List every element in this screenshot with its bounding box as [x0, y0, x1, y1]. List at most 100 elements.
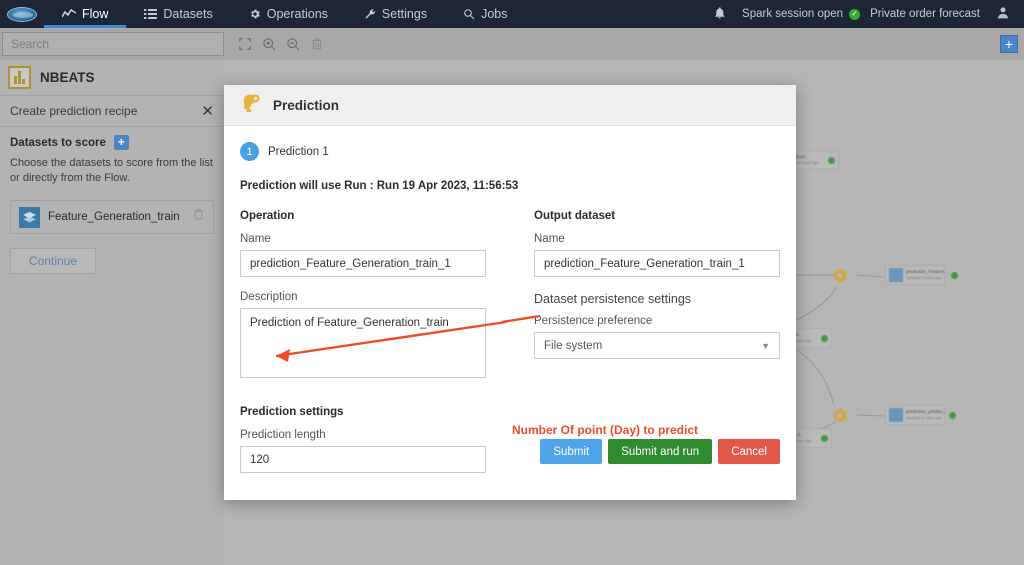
jobs-icon — [463, 8, 475, 20]
panel-body: Datasets to score + Choose the datasets … — [0, 127, 224, 282]
persistence-selected-value: File system — [544, 340, 602, 352]
flow-dataset-node[interactable]: prediction_predict... Updated an hour ag… — [885, 405, 945, 425]
step-number-badge: 1 — [240, 142, 259, 161]
datasets-to-score-section: Datasets to score + — [10, 135, 214, 150]
output-name-label: Name — [534, 233, 780, 245]
flow-node-subtitle: Updated 5 hours ago — [906, 275, 948, 282]
section-description: Choose the datasets to score from the li… — [10, 156, 214, 186]
dataiku-logo[interactable] — [0, 0, 44, 28]
add-item-button[interactable]: + — [1000, 35, 1018, 53]
operation-description-label: Description — [240, 291, 486, 303]
persistence-preference-label: Persistence preference — [534, 315, 780, 327]
cancel-button[interactable]: Cancel — [718, 439, 780, 464]
trash-icon[interactable] — [192, 208, 205, 226]
submit-and-run-button[interactable]: Submit and run — [608, 439, 712, 464]
project-chart-icon — [8, 66, 31, 89]
flow-node-status-icon — [828, 157, 835, 164]
flow-recipe-node[interactable] — [830, 266, 849, 285]
dataset-list-item[interactable]: Feature_Generation_train — [10, 200, 214, 234]
operation-name-input[interactable] — [240, 250, 486, 277]
prediction-length-input[interactable] — [240, 446, 486, 473]
fit-screen-icon[interactable] — [234, 33, 256, 55]
flow-dataset-node[interactable]: prediction_Feature... Updated 5 hours ag… — [885, 265, 945, 285]
persistence-preference-select[interactable]: File system ▼ — [534, 332, 780, 359]
output-name-input[interactable] — [534, 250, 780, 277]
flow-recipe-node[interactable] — [830, 406, 849, 425]
output-dataset-column: Output dataset Name Dataset persistence … — [534, 210, 780, 383]
flow-node-status-icon — [821, 335, 828, 342]
prediction-modal: Prediction 1 Prediction 1 Prediction wil… — [224, 85, 796, 500]
nav-item-flow[interactable]: Flow — [44, 0, 126, 28]
zoom-out-icon[interactable] — [282, 33, 304, 55]
project-header: NBEATS — [0, 60, 224, 96]
dataset-icon — [19, 207, 40, 228]
flow-node-status-icon — [949, 412, 956, 419]
dataset-icon — [889, 268, 903, 282]
toolbar-icon-group — [234, 33, 328, 55]
modal-footer-buttons: Submit Submit and run Cancel — [540, 439, 780, 464]
form-columns: Operation Name Description Prediction of… — [240, 210, 780, 383]
nav-item-datasets[interactable]: Datasets — [126, 0, 230, 28]
dataiku-logo-icon — [7, 7, 37, 22]
nav-item-settings[interactable]: Settings — [346, 0, 445, 28]
project-name-label[interactable]: Private order forecast — [870, 8, 980, 20]
nav-label-datasets: Datasets — [163, 7, 212, 21]
operation-name-label: Name — [240, 233, 486, 245]
step-label: Prediction 1 — [268, 146, 329, 158]
run-info-text: Prediction will use Run : Run 19 Apr 202… — [240, 180, 780, 192]
operation-group-title: Operation — [240, 210, 486, 222]
project-title: NBEATS — [40, 70, 95, 85]
operation-column: Operation Name Description Prediction of… — [240, 210, 486, 383]
nav-label-jobs: Jobs — [481, 7, 507, 21]
flow-node-title: prediction_predict... — [906, 408, 946, 415]
zoom-in-icon[interactable] — [258, 33, 280, 55]
recipe-header-label: Create prediction recipe — [10, 104, 137, 118]
flow-node-text: prediction_predict... Updated an hour ag… — [906, 408, 946, 422]
annotation-text: Number Of point (Day) to predict — [512, 423, 698, 437]
close-icon[interactable]: ✕ — [201, 102, 214, 120]
list-icon — [144, 9, 157, 19]
add-dataset-button[interactable]: + — [114, 135, 129, 150]
output-group-title: Output dataset — [534, 210, 780, 222]
nav-label-settings: Settings — [382, 7, 427, 21]
search-input[interactable]: Search — [2, 32, 224, 56]
nav-label-operations: Operations — [267, 7, 328, 21]
flow-node-title: prediction_Feature... — [906, 268, 948, 275]
nav-item-jobs[interactable]: Jobs — [445, 0, 525, 28]
nav-item-operations[interactable]: Operations — [231, 0, 346, 28]
search-placeholder: Search — [11, 37, 49, 51]
gear-icon — [249, 8, 261, 20]
submit-button[interactable]: Submit — [540, 439, 602, 464]
recipe-header: Create prediction recipe ✕ — [0, 96, 224, 127]
step-indicator: 1 Prediction 1 — [240, 142, 780, 161]
flow-node-subtitle: Updated an hour ago — [906, 415, 946, 422]
session-status-label: Spark session open — [742, 8, 843, 20]
modal-title: Prediction — [273, 98, 339, 113]
flow-toolbar: Search + — [0, 28, 1024, 60]
user-avatar-icon[interactable] — [990, 5, 1016, 23]
persistence-settings-title: Dataset persistence settings — [534, 292, 780, 306]
app-root: Flow Datasets Operations Settings — [0, 0, 1024, 565]
chevron-down-icon: ▼ — [761, 341, 770, 351]
operation-description-textarea[interactable]: Prediction of Feature_Generation_train — [240, 308, 486, 378]
check-circle-icon: ✓ — [849, 9, 860, 20]
top-navigation-bar: Flow Datasets Operations Settings — [0, 0, 1024, 28]
prediction-head-gear-icon — [240, 92, 262, 119]
dataset-name-label: Feature_Generation_train — [48, 211, 180, 223]
wrench-icon — [364, 8, 376, 20]
left-side-panel: NBEATS Create prediction recipe ✕ Datase… — [0, 60, 224, 565]
nav-right-group: Spark session open ✓ Private order forec… — [707, 0, 1024, 28]
nav-label-flow: Flow — [82, 7, 108, 21]
dataset-icon — [889, 408, 903, 422]
flow-node-status-icon — [951, 272, 958, 279]
flow-node-text: prediction_Feature... Updated 5 hours ag… — [906, 268, 948, 282]
modal-body: 1 Prediction 1 Prediction will use Run :… — [224, 126, 796, 500]
prediction-settings-title: Prediction settings — [240, 406, 780, 418]
trash-icon[interactable] — [306, 33, 328, 55]
flow-icon — [62, 9, 76, 19]
bell-icon[interactable] — [707, 6, 732, 23]
spark-session-status: Spark session open ✓ — [742, 8, 860, 20]
section-title-label: Datasets to score — [10, 137, 106, 149]
continue-button[interactable]: Continue — [10, 248, 96, 274]
flow-node-status-icon — [821, 435, 828, 442]
